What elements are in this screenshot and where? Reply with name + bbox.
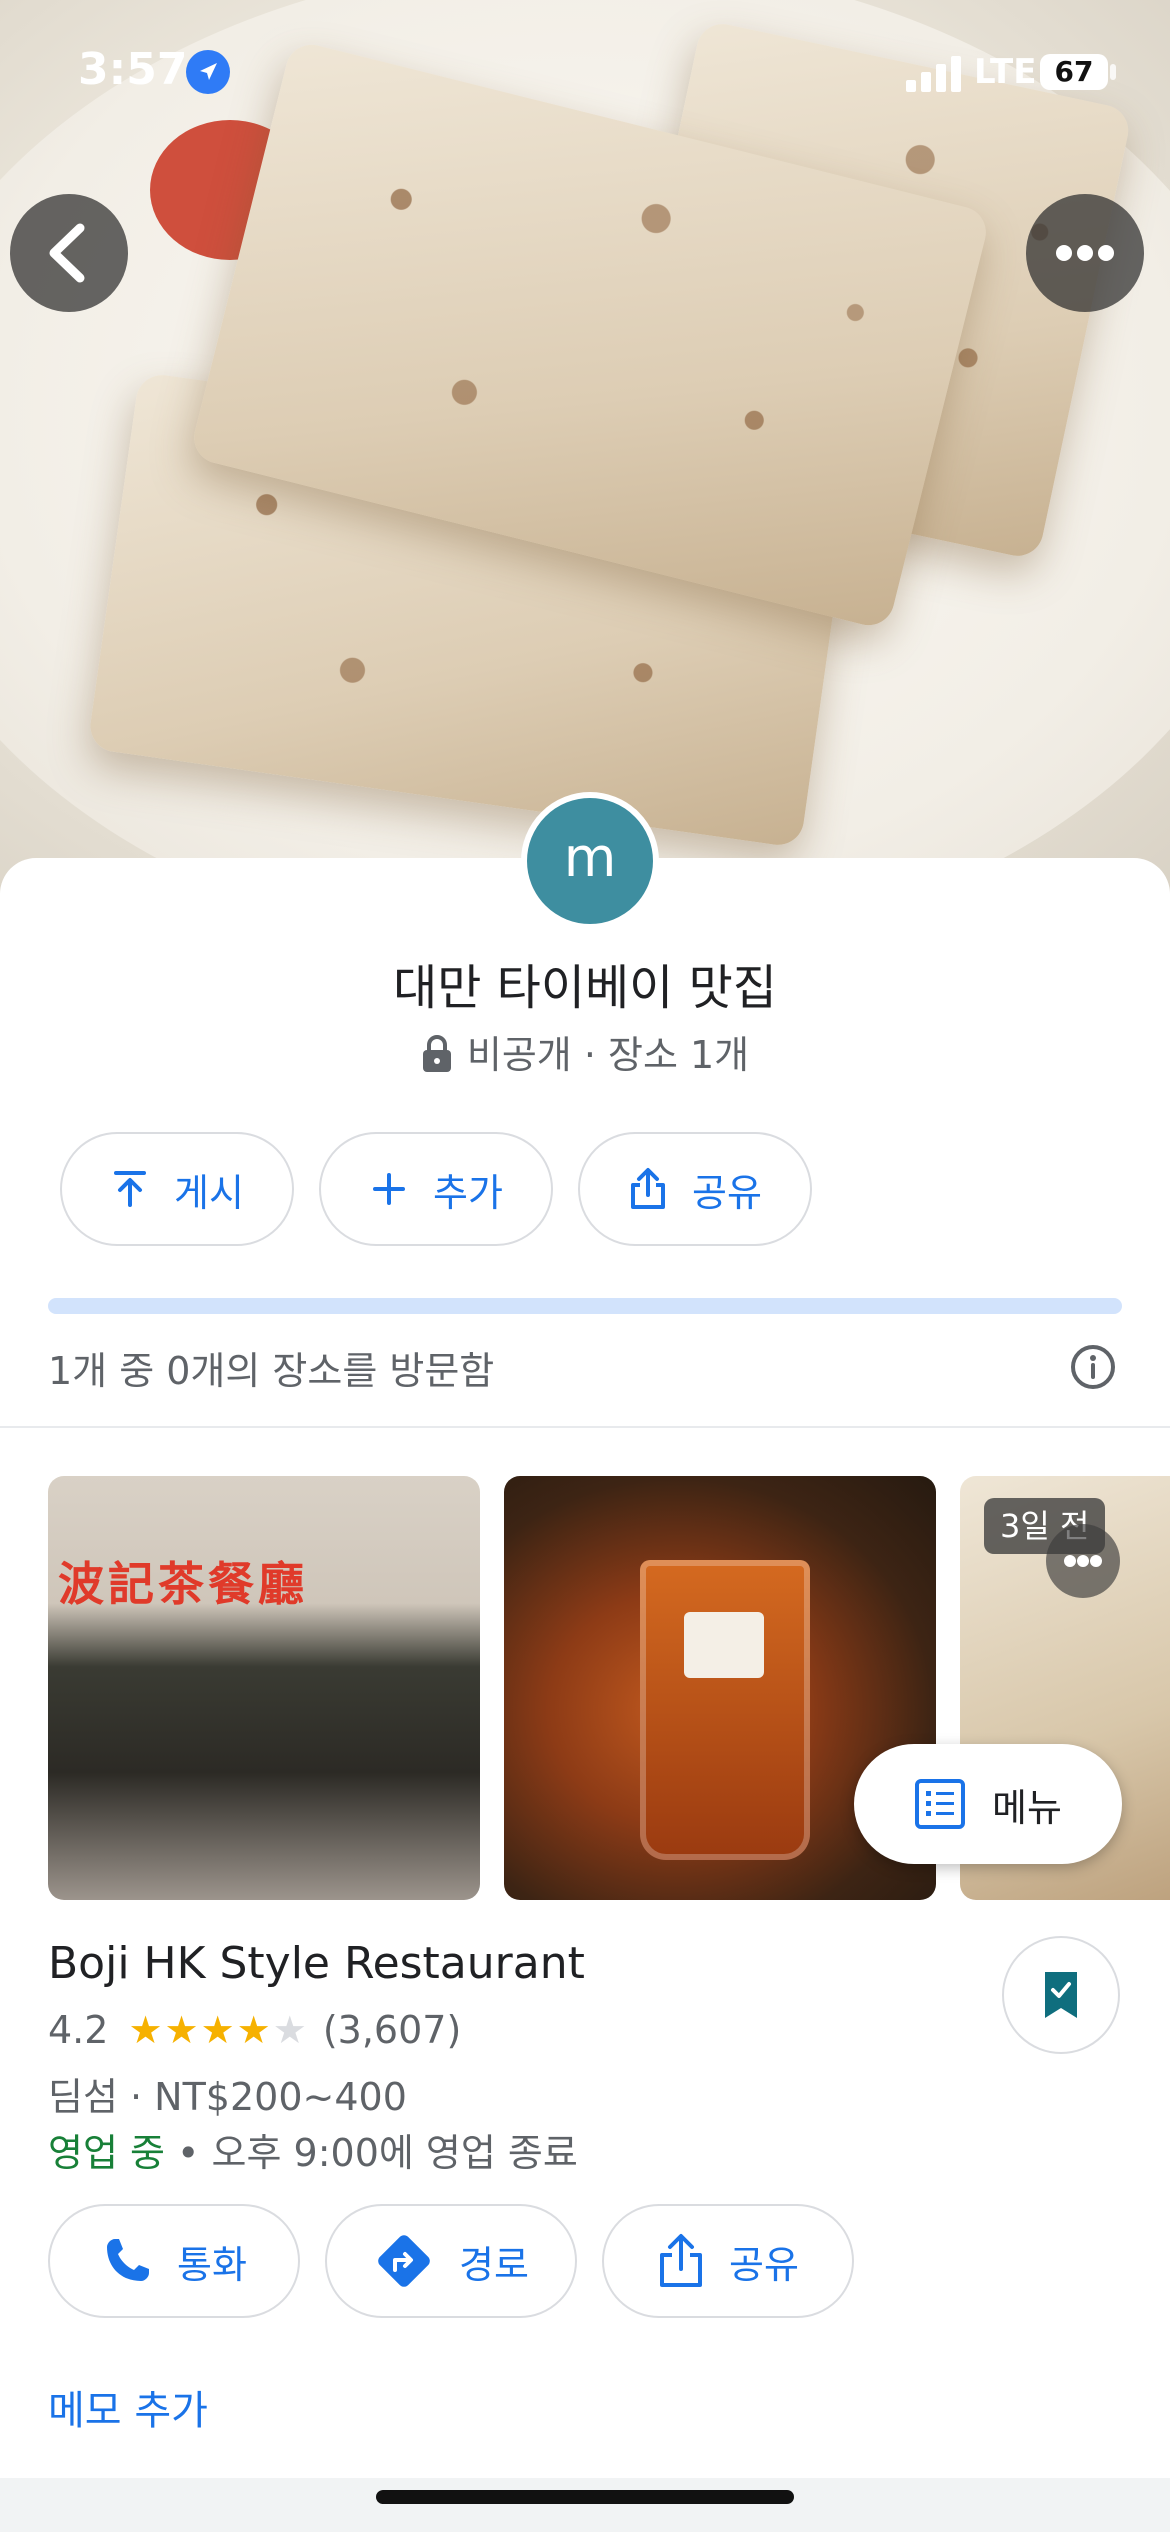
more-options-button[interactable]	[1026, 194, 1144, 312]
share-label: 공유	[729, 2242, 799, 2287]
place-photo-storefront[interactable]	[48, 1476, 480, 1900]
photo-more-button[interactable]	[1046, 1524, 1120, 1598]
back-button[interactable]	[10, 194, 128, 312]
drink-label-image	[684, 1612, 764, 1678]
place-count: 장소 1개	[608, 1033, 750, 1077]
hours-row: 영업 중 • 오후 9:00에 영업 종료	[48, 2122, 578, 2177]
chevron-left-icon	[49, 223, 85, 283]
bookmark-check-icon	[1045, 1972, 1077, 2018]
post-button[interactable]: 게시	[60, 1132, 294, 1246]
status-bar: 3:57 LTE 67	[0, 0, 1170, 150]
review-count[interactable]: (3,607)	[323, 2008, 461, 2052]
list-subtitle: 비공개 · 장소 1개	[0, 1024, 1170, 1079]
phone-icon	[107, 2239, 150, 2281]
star-icon: ★	[164, 2008, 199, 2052]
call-label: 통화	[177, 2242, 247, 2287]
star-icon: ★	[272, 2008, 307, 2052]
directions-icon	[378, 2235, 430, 2287]
place-name[interactable]: Boji HK Style Restaurant	[48, 1938, 585, 1989]
share-icon	[631, 1168, 666, 1209]
plus-icon	[373, 1173, 406, 1205]
divider	[0, 1426, 1170, 1428]
lock-icon	[422, 1035, 451, 1072]
menu-label: 메뉴	[992, 1785, 1062, 1830]
cellular-signal-icon	[906, 56, 961, 92]
more-horizontal-icon	[1064, 1555, 1102, 1567]
info-icon[interactable]	[1070, 1344, 1116, 1390]
publish-icon	[114, 1171, 147, 1207]
category: 딤섬	[48, 2075, 118, 2119]
list-title: 대만 타이베이 맛집	[393, 960, 777, 1016]
rating-row: 4.2 ★ ★ ★ ★ ★ (3,607)	[48, 2008, 461, 2052]
closing-time: 오후 9:00에 영업 종료	[211, 2131, 578, 2175]
avatar: m	[521, 792, 659, 930]
privacy-label: 비공개	[466, 1033, 572, 1077]
star-icon: ★	[236, 2008, 271, 2052]
add-label: 추가	[433, 1170, 503, 1215]
next-item-peek	[0, 2478, 1170, 2532]
menu-list-icon	[915, 1779, 966, 1829]
drink-glass-image	[640, 1560, 810, 1860]
menu-button[interactable]: 메뉴	[854, 1744, 1122, 1864]
status-time: 3:57	[78, 44, 188, 95]
location-arrow-icon	[186, 50, 230, 94]
storefront-sign: 波記茶餐廳	[58, 1557, 308, 1611]
more-horizontal-icon	[1056, 245, 1114, 261]
call-button[interactable]: 통화	[48, 2204, 300, 2318]
share-place-button[interactable]: 공유	[602, 2204, 854, 2318]
category-row: 딤섬 · NT$200~400	[48, 2066, 407, 2121]
visited-progress-bar	[48, 1298, 1122, 1314]
post-label: 게시	[174, 1170, 244, 1215]
share-label: 공유	[692, 1170, 762, 1215]
battery-icon: 67	[1040, 54, 1108, 90]
directions-button[interactable]: 경로	[325, 2204, 577, 2318]
open-status: 영업 중	[48, 2131, 165, 2175]
network-type: LTE	[974, 52, 1037, 92]
home-indicator[interactable]	[376, 2490, 794, 2504]
price-range: NT$200~400	[154, 2075, 407, 2119]
rating-value: 4.2	[48, 2008, 109, 2052]
star-icon: ★	[200, 2008, 235, 2052]
visited-count-text: 1개 중 0개의 장소를 방문함	[48, 1349, 495, 1393]
separator: ·	[571, 1033, 608, 1077]
add-button[interactable]: 추가	[319, 1132, 553, 1246]
share-icon	[660, 2234, 703, 2287]
star-rating: ★ ★ ★ ★ ★	[128, 2011, 308, 2049]
separator: •	[164, 2131, 212, 2175]
separator: ·	[117, 2075, 155, 2119]
share-list-button[interactable]: 공유	[578, 1132, 812, 1246]
star-icon: ★	[128, 2008, 163, 2052]
directions-label: 경로	[459, 2242, 529, 2287]
saved-bookmark-button[interactable]	[1002, 1936, 1120, 2054]
battery-tip	[1110, 64, 1116, 80]
add-note-link[interactable]: 메모 추가	[48, 2378, 208, 2436]
